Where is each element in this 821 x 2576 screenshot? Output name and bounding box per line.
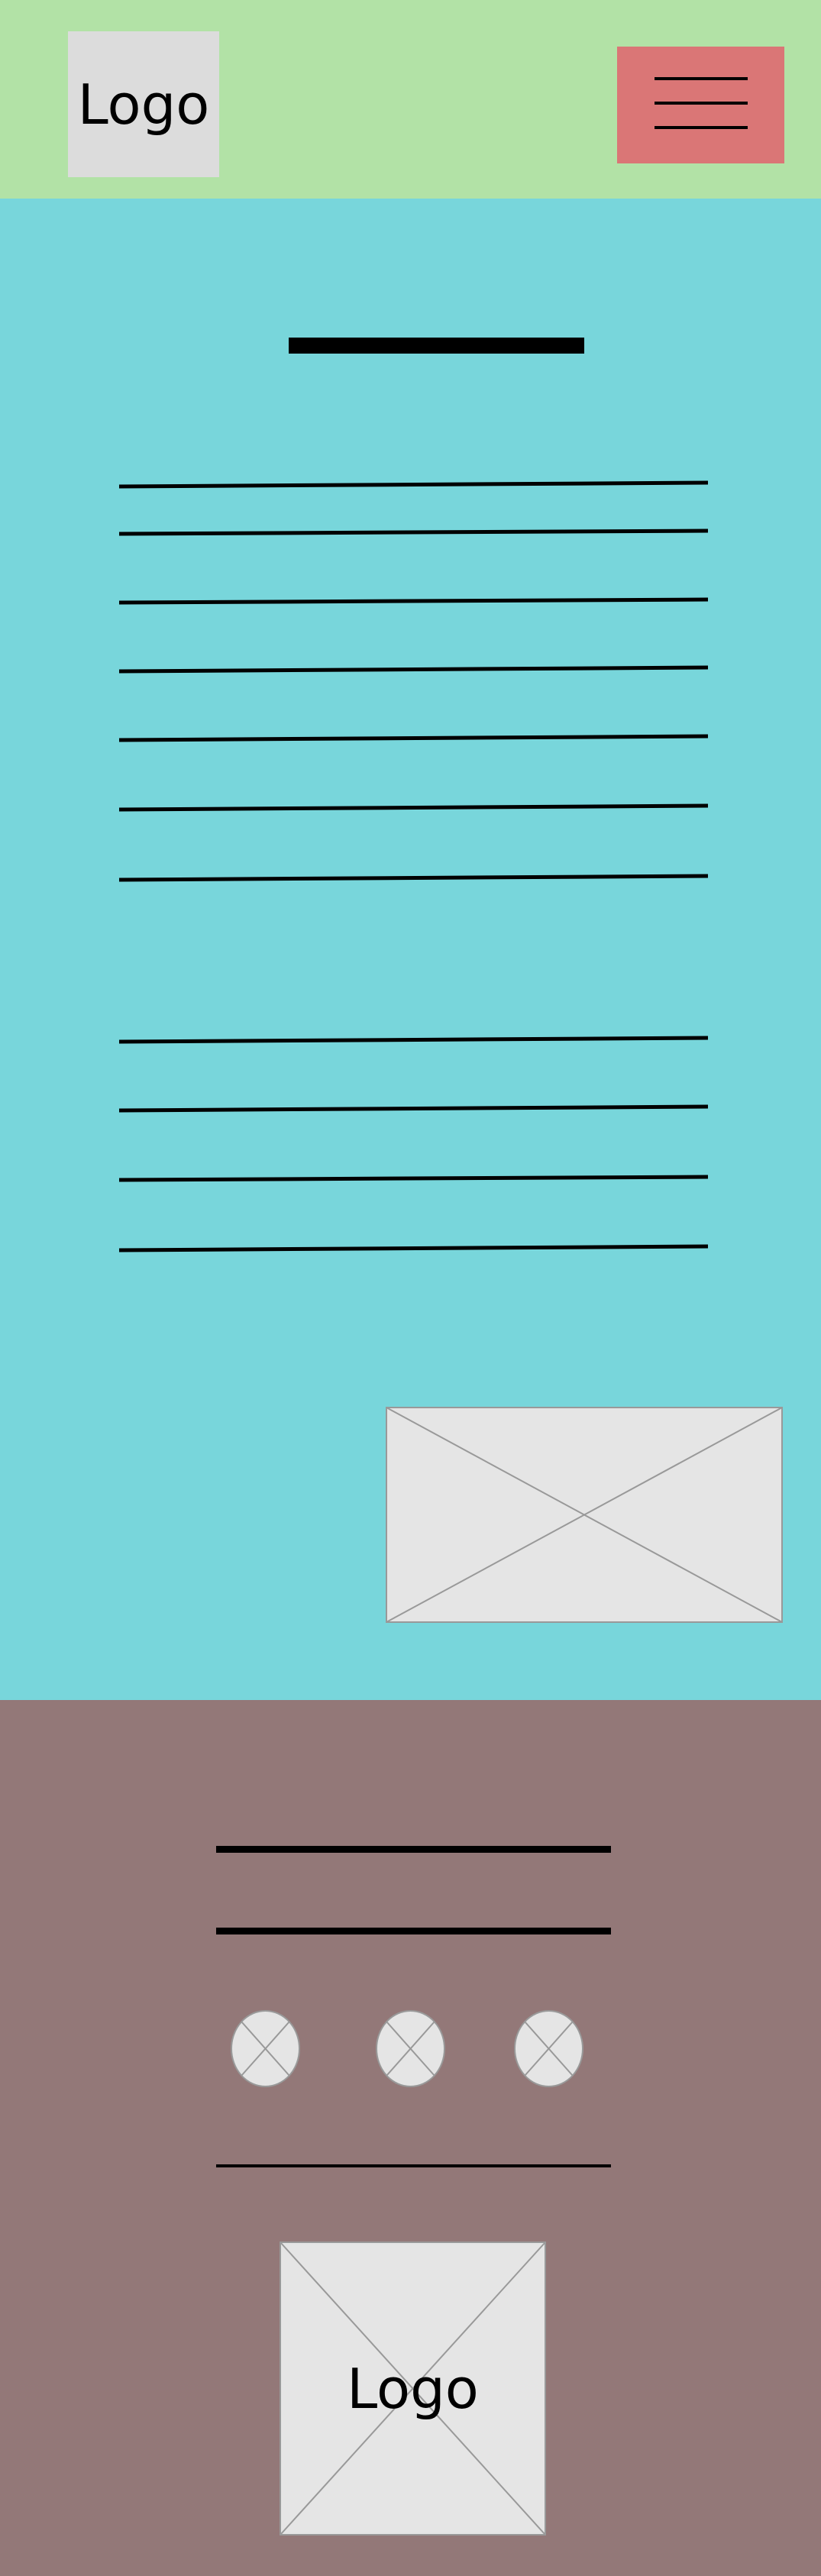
footer-logo-text: Logo	[347, 2356, 479, 2421]
footer-link-placeholder	[216, 1846, 611, 1853]
social-icon-3[interactable]	[513, 2009, 584, 2088]
footer-link-placeholder	[216, 1928, 611, 1934]
footer-logo[interactable]: Logo	[280, 2241, 546, 2536]
social-icon-1[interactable]	[230, 2009, 301, 2088]
footer-placeholders	[216, 1846, 611, 2167]
social-icon-2[interactable]	[375, 2009, 446, 2088]
